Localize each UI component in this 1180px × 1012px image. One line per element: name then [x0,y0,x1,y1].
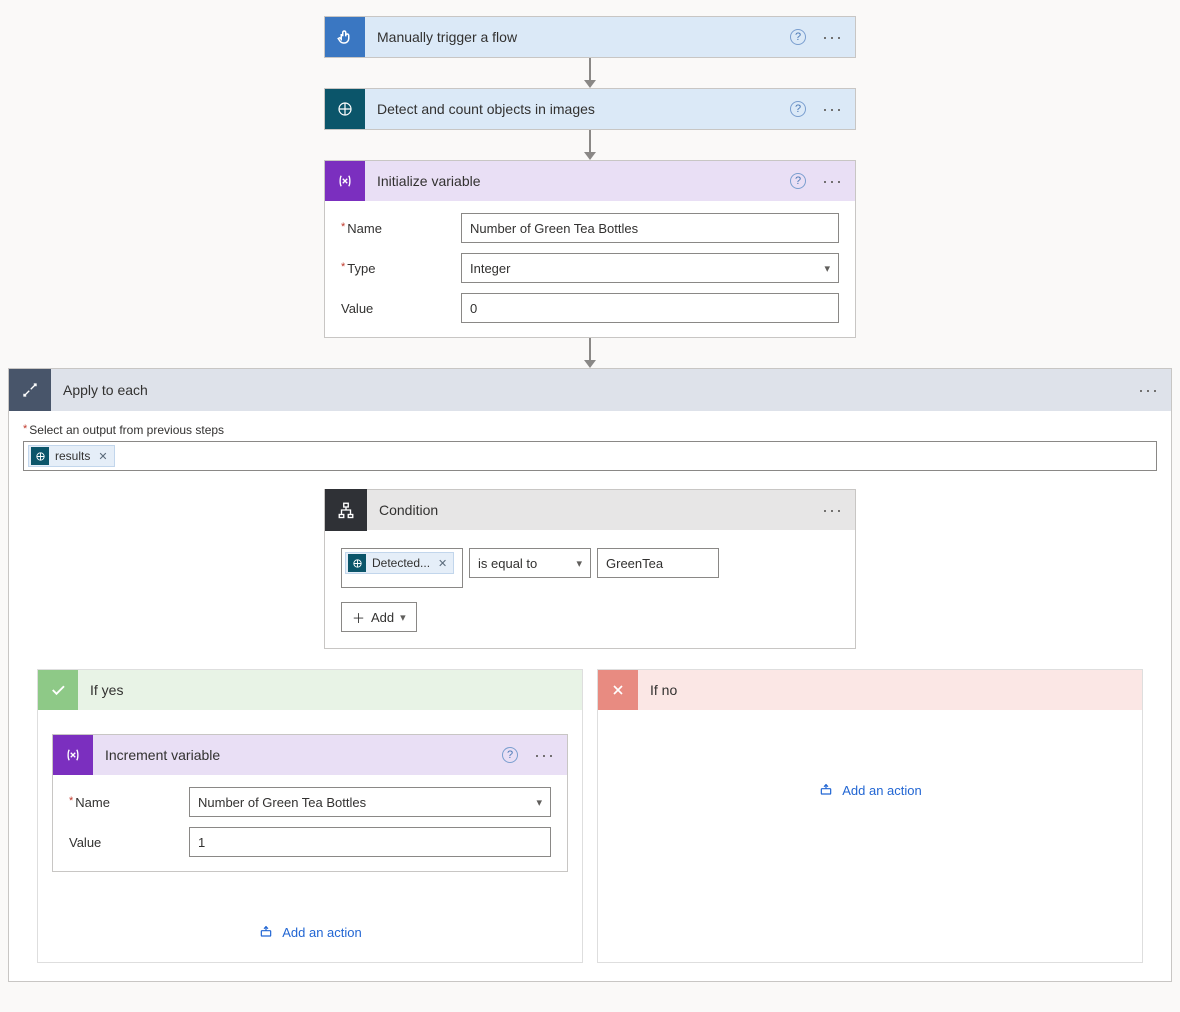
chevron-down-icon: ▾ [400,611,406,624]
field-label-value: Value [69,835,189,850]
condition-operator-select[interactable]: is equal to ▾ [469,548,591,578]
branch-if-yes: If yes Increment variable ? [37,669,583,963]
more-icon[interactable]: ··· [822,171,843,192]
select-output-label: *Select an output from previous steps [23,423,1157,437]
field-label-value: Value [341,301,461,316]
step-title: Apply to each [51,382,1138,398]
add-condition-button[interactable]: ＋ Add ▾ [341,602,417,632]
output-token-field[interactable]: results ✕ [23,441,1157,471]
step-title: Manually trigger a flow [365,29,790,45]
check-icon [38,670,78,710]
increment-value-input[interactable]: 1 [189,827,551,857]
value-input[interactable]: 0 [461,293,839,323]
condition-right-operand[interactable]: GreenTea [597,548,719,578]
chevron-down-icon: ▾ [576,557,582,570]
more-icon[interactable]: ··· [1138,380,1159,401]
chevron-down-icon: ▾ [824,262,830,275]
help-icon[interactable]: ? [790,29,806,45]
step-detect-objects[interactable]: Detect and count objects in images ? ··· [324,88,856,130]
chevron-down-icon: ▾ [536,796,542,809]
step-apply-to-each[interactable]: Apply to each ··· *Select an output from… [8,368,1172,982]
variable-icon [325,161,365,201]
ai-builder-icon [31,447,49,465]
token-detected[interactable]: Detected... ✕ [345,552,454,574]
remove-token-icon[interactable]: ✕ [438,557,447,570]
remove-token-icon[interactable]: ✕ [98,450,107,463]
more-icon[interactable]: ··· [534,745,555,766]
step-initialize-variable[interactable]: Initialize variable ? ··· *Name Number o… [324,160,856,338]
condition-left-operand[interactable]: Detected... ✕ [341,548,463,588]
connector-arrow [584,58,596,88]
branch-title: If no [638,682,677,698]
step-title: Initialize variable [365,173,790,189]
insert-action-icon [818,782,834,798]
step-condition[interactable]: Condition ··· De [324,489,856,649]
connector-arrow [584,130,596,160]
field-label-name: *Name [341,221,461,236]
touch-icon [325,17,365,57]
plus-icon: ＋ [352,608,365,627]
branch-if-no: If no Add an action [597,669,1143,963]
step-title: Condition [367,502,822,518]
condition-icon [325,489,367,531]
name-input[interactable]: Number of Green Tea Bottles [461,213,839,243]
ai-builder-icon [348,554,366,572]
step-increment-variable[interactable]: Increment variable ? ··· *Name Number of… [52,734,568,872]
connector-arrow [584,338,596,368]
help-icon[interactable]: ? [790,101,806,117]
field-label-name: *Name [69,795,189,810]
increment-name-select[interactable]: Number of Green Tea Bottles ▾ [189,787,551,817]
more-icon[interactable]: ··· [822,500,843,521]
step-manual-trigger[interactable]: Manually trigger a flow ? ··· [324,16,856,58]
token-results[interactable]: results ✕ [28,445,115,467]
help-icon[interactable]: ? [790,173,806,189]
help-icon[interactable]: ? [502,747,518,763]
type-select[interactable]: Integer ▾ [461,253,839,283]
loop-icon [9,369,51,411]
branch-title: If yes [78,682,123,698]
add-action-button[interactable]: Add an action [38,924,582,940]
add-action-button[interactable]: Add an action [598,782,1142,798]
ai-builder-icon [325,89,365,129]
more-icon[interactable]: ··· [822,27,843,48]
step-title: Increment variable [93,747,502,763]
more-icon[interactable]: ··· [822,99,843,120]
insert-action-icon [258,924,274,940]
variable-icon [53,735,93,775]
step-title: Detect and count objects in images [365,101,790,117]
field-label-type: *Type [341,261,461,276]
close-icon [598,670,638,710]
